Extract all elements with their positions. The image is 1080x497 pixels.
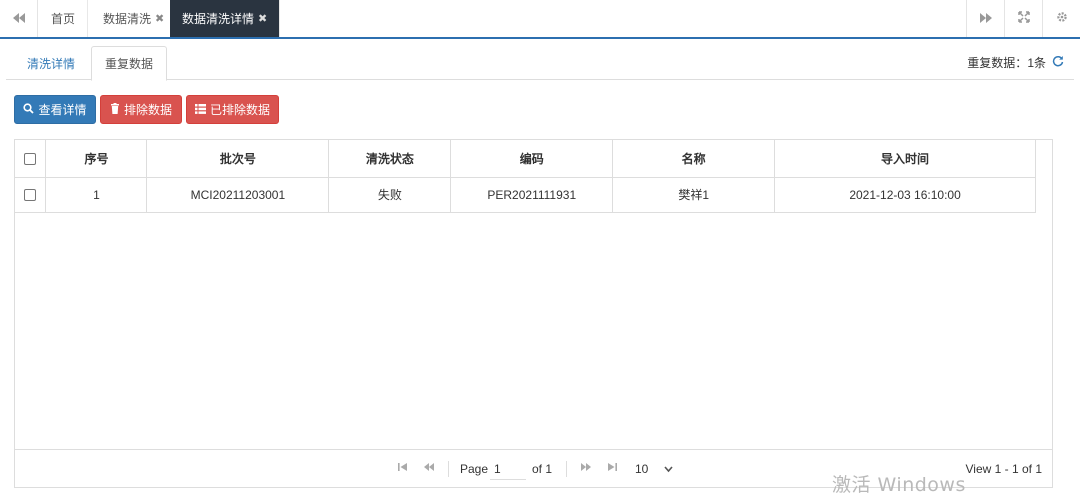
view-detail-button[interactable]: 查看详情 xyxy=(14,95,96,124)
data-grid: 序号 批次号 清洗状态 编码 名称 导入时间 1 MCI20211203001 … xyxy=(14,139,1053,488)
column-header-index[interactable]: 序号 xyxy=(45,140,148,178)
table-row[interactable]: 1 MCI20211203001 失败 PER2021111931 樊祥1 20… xyxy=(15,176,1036,213)
column-header-batch-no[interactable]: 批次号 xyxy=(146,140,330,178)
tab-cleaning-detail[interactable]: 清洗详情 xyxy=(14,46,88,80)
scroll-tabs-left-button[interactable] xyxy=(0,0,38,37)
search-icon xyxy=(23,102,35,117)
column-header-import-time[interactable]: 导入时间 xyxy=(774,140,1036,178)
tab-home[interactable]: 首页 xyxy=(39,0,89,37)
trash-icon xyxy=(110,102,120,117)
double-chevron-left-icon xyxy=(12,12,25,26)
excluded-data-button[interactable]: 已排除数据 xyxy=(186,95,279,124)
pager-separator xyxy=(448,461,449,477)
prev-page-icon[interactable] xyxy=(423,462,435,475)
cell-index: 1 xyxy=(45,176,148,213)
last-page-icon[interactable] xyxy=(607,462,617,475)
page-number-input[interactable] xyxy=(490,458,526,480)
fullscreen-button[interactable] xyxy=(1004,0,1042,37)
cell-import-time: 2021-12-03 16:10:00 xyxy=(774,176,1036,213)
cell-clean-status: 失败 xyxy=(328,176,452,213)
next-page-icon[interactable] xyxy=(580,462,592,475)
table-header-row: 序号 批次号 清洗状态 编码 名称 导入时间 xyxy=(15,140,1036,178)
tab-duplicate-data[interactable]: 重复数据 xyxy=(91,46,167,81)
top-tab-bar: 首页 数据清洗 ✖ 数据清洗详情 ✖ xyxy=(0,0,1080,39)
page-total-label: of 1 xyxy=(532,462,553,476)
list-icon xyxy=(194,103,206,117)
column-header-clean-status[interactable]: 清洗状态 xyxy=(328,140,452,178)
select-all-checkbox[interactable] xyxy=(24,153,37,166)
refresh-icon[interactable] xyxy=(1052,55,1064,70)
row-select-cell xyxy=(15,176,47,213)
first-page-icon[interactable] xyxy=(398,462,408,475)
select-all-cell xyxy=(15,140,47,178)
tab-data-cleaning-detail[interactable]: 数据清洗详情 ✖ xyxy=(170,0,281,37)
column-header-code[interactable]: 编码 xyxy=(450,140,614,178)
column-header-name[interactable]: 名称 xyxy=(612,140,776,178)
pager-separator xyxy=(566,461,567,477)
double-chevron-right-icon xyxy=(979,12,992,26)
exclude-data-button[interactable]: 排除数据 xyxy=(100,95,182,124)
chevron-down-icon xyxy=(664,462,673,476)
close-icon[interactable]: ✖ xyxy=(258,12,267,25)
rows-per-page-select[interactable]: 10 xyxy=(635,462,673,476)
page-label: Page xyxy=(460,462,489,476)
row-checkbox[interactable] xyxy=(24,189,37,202)
scroll-tabs-right-button[interactable] xyxy=(966,0,1004,37)
cell-code: PER2021111931 xyxy=(450,176,614,213)
close-icon[interactable]: ✖ xyxy=(155,12,164,25)
duplicate-data-table: 序号 批次号 清洗状态 编码 名称 导入时间 1 MCI20211203001 … xyxy=(15,140,1036,213)
cell-batch-no: MCI20211203001 xyxy=(146,176,330,213)
settings-button[interactable] xyxy=(1042,0,1080,37)
sub-tabs: 清洗详情 重复数据 xyxy=(6,46,1074,81)
gear-icon xyxy=(1056,11,1068,26)
view-records-text: View 1 - 1 of 1 xyxy=(965,462,1043,476)
duplicate-count-info: 重复数据： 1条 xyxy=(967,54,1064,71)
tab-data-cleaning[interactable]: 数据清洗 ✖ xyxy=(91,0,178,37)
expand-icon xyxy=(1017,11,1030,26)
cell-name: 樊祥1 xyxy=(612,176,776,213)
